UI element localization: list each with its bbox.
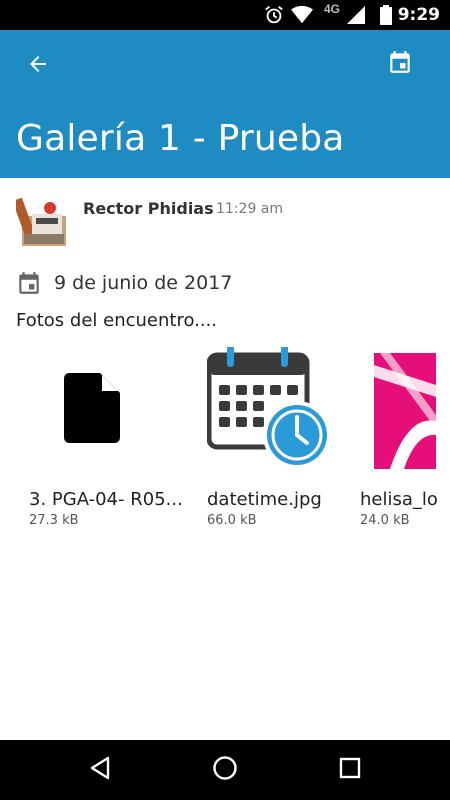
- file-size: 24.0 kB: [360, 513, 410, 528]
- battery-icon: [375, 4, 397, 26]
- network-type-label: 4G: [323, 2, 340, 16]
- status-time: 9:29: [397, 5, 440, 25]
- datetime-calendar-clock-image: [207, 347, 333, 473]
- app-bar: Galería 1 - Prueba: [0, 30, 450, 178]
- file-name: datetime.jpg: [207, 489, 322, 510]
- file-name: helisa_lo: [360, 489, 438, 510]
- file-name: 3. PGA-04- R05...: [29, 489, 183, 510]
- author-name: Rector Phidias: [83, 199, 214, 218]
- file-size: 27.3 kB: [29, 513, 79, 528]
- post-time: 11:29 am: [216, 201, 284, 217]
- post-author-row: Rector Phidias 11:29 am: [16, 194, 436, 248]
- file-thumbnail[interactable]: [360, 347, 436, 473]
- file-gallery[interactable]: 3. PGA-04- R05... 27.3 kB datetime.jpg 6…: [0, 347, 450, 537]
- calendar-icon: [387, 48, 413, 81]
- file-card[interactable]: 3. PGA-04- R05... 27.3 kB: [29, 347, 183, 537]
- avatar[interactable]: [16, 194, 68, 246]
- file-thumbnail[interactable]: [29, 347, 155, 473]
- post-date: 9 de junio de 2017: [54, 272, 233, 294]
- file-thumbnail[interactable]: [207, 347, 333, 473]
- helisa-logo-image: [360, 347, 436, 473]
- date-calendar-icon: [16, 270, 42, 296]
- file-size: 66.0 kB: [207, 513, 257, 528]
- document-icon: [64, 372, 120, 448]
- nav-home-button[interactable]: [200, 752, 250, 788]
- post-description: Fotos del encuentro....: [16, 310, 218, 331]
- signal-icon: [345, 4, 367, 26]
- status-bar: 4G 9:29: [0, 0, 450, 30]
- file-card[interactable]: datetime.jpg 66.0 kB: [207, 347, 347, 537]
- nav-recents-button[interactable]: [325, 752, 375, 788]
- calendar-button[interactable]: [378, 42, 422, 86]
- back-triangle-icon: [89, 756, 111, 785]
- wifi-icon: [290, 4, 314, 26]
- arrow-back-icon: [26, 52, 50, 81]
- file-card[interactable]: helisa_lo 24.0 kB: [360, 347, 450, 537]
- home-circle-icon: [212, 755, 238, 786]
- nav-back-button[interactable]: [75, 752, 125, 788]
- post-date-row: 9 de junio de 2017: [16, 270, 436, 298]
- recents-square-icon: [339, 757, 361, 784]
- back-button[interactable]: [16, 46, 60, 86]
- page-title: Galería 1 - Prueba: [16, 118, 345, 159]
- alarm-icon: [262, 4, 286, 26]
- system-nav-bar: [0, 740, 450, 800]
